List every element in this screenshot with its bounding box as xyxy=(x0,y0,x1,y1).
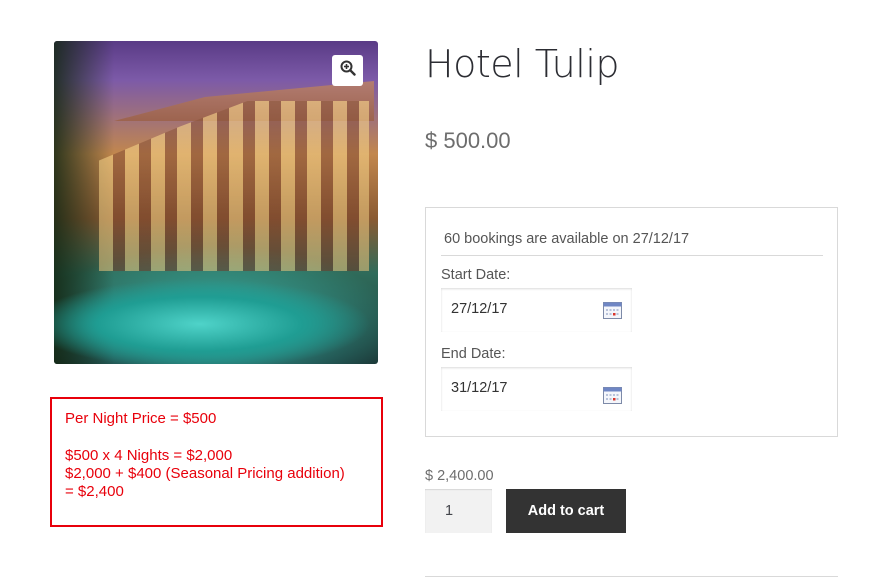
divider xyxy=(425,576,838,577)
start-date-label: Start Date: xyxy=(441,267,511,283)
end-date-value: 31/12/17 xyxy=(451,380,508,396)
calendar-icon[interactable] xyxy=(603,301,622,319)
product-image[interactable] xyxy=(54,41,378,364)
pricing-note: Per Night Price = $500 $500 x 4 Nights =… xyxy=(50,397,383,527)
image-pool xyxy=(54,269,378,364)
start-date-value: 27/12/17 xyxy=(451,301,508,317)
zoom-button[interactable] xyxy=(332,55,363,86)
subtotal-price: $ 2,400.00 xyxy=(425,468,494,484)
add-to-cart-button[interactable]: Add to cart xyxy=(506,489,626,533)
note-line-3: $2,000 + $400 (Seasonal Pricing addition… xyxy=(65,465,345,482)
note-line-4: = $2,400 xyxy=(65,483,124,500)
product-price: $ 500.00 xyxy=(425,128,511,153)
divider xyxy=(441,255,823,256)
start-date-field[interactable]: 27/12/17 xyxy=(441,288,632,332)
image-building xyxy=(99,101,369,271)
note-line-1: Per Night Price = $500 xyxy=(65,410,217,427)
product-title: Hotel Tulip xyxy=(425,42,620,86)
note-line-2: $500 x 4 Nights = $2,000 xyxy=(65,447,233,464)
availability-message: 60 bookings are available on 27/12/17 xyxy=(444,231,690,247)
end-date-label: End Date: xyxy=(441,346,506,362)
quantity-input[interactable] xyxy=(425,489,492,533)
end-date-field[interactable]: 31/12/17 xyxy=(441,367,632,411)
zoom-in-icon xyxy=(340,60,356,81)
calendar-icon[interactable] xyxy=(603,386,622,404)
product-page: Per Night Price = $500 $500 x 4 Nights =… xyxy=(0,0,881,581)
